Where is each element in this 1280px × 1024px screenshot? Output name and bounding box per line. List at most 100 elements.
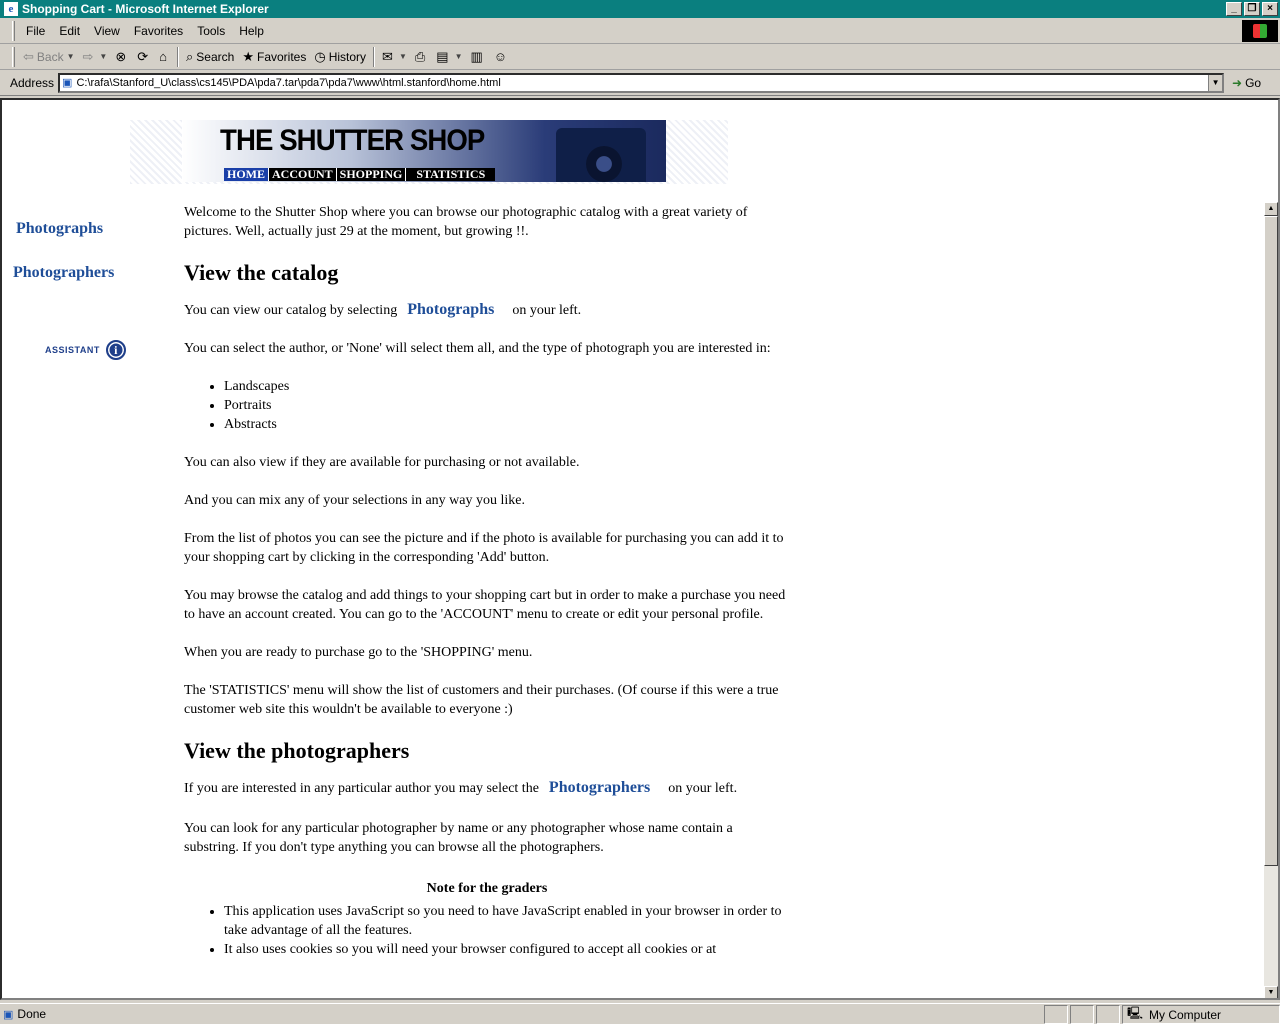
favorites-button[interactable]: ★ Favorites <box>238 46 310 68</box>
restore-button[interactable]: ❐ <box>1244 2 1260 16</box>
menu-view[interactable]: View <box>87 24 127 38</box>
home-icon: ⌂ <box>159 49 168 64</box>
shop-title: THE SHUTTER SHOP <box>220 124 485 157</box>
edit-button[interactable]: ▤ ▼ <box>432 46 466 68</box>
windows-logo-icon <box>1242 20 1278 42</box>
window-controls: _ ❐ × <box>1226 2 1278 16</box>
heading-photographers: View the photographers <box>184 738 410 763</box>
assistant-label: ASSISTANT <box>45 345 100 355</box>
vertical-scrollbar[interactable]: ▲ ▼ <box>1264 202 1278 998</box>
leftnav-photographs[interactable]: Photographs <box>16 220 103 238</box>
edit-dropdown-icon[interactable]: ▼ <box>455 52 463 61</box>
photographers-inline-link[interactable]: Photographers <box>549 779 650 796</box>
list-item: Abstracts <box>224 415 790 434</box>
menu-help[interactable]: Help <box>232 24 271 38</box>
address-dropdown-icon[interactable]: ▼ <box>1208 74 1223 91</box>
photographers-paragraph: If you are interested in any particular … <box>184 779 738 796</box>
go-arrow-icon: ➜ <box>1232 75 1243 90</box>
messenger-button[interactable]: ☺ <box>490 46 514 68</box>
availability-text: You can also view if they are available … <box>184 455 580 470</box>
mail-dropdown-icon[interactable]: ▼ <box>399 52 407 61</box>
status-panel <box>1070 1005 1094 1024</box>
search-icon: ⌕ <box>186 48 194 64</box>
nav-statistics[interactable]: STATISTICS <box>406 168 495 181</box>
window-title: Shopping Cart - Microsoft Internet Explo… <box>22 2 269 16</box>
scroll-down-icon[interactable]: ▼ <box>1264 986 1278 998</box>
forward-button[interactable]: ⇨ ▼ <box>79 46 112 68</box>
page-done-icon: ▣ <box>3 1008 14 1021</box>
scroll-up-icon[interactable]: ▲ <box>1264 202 1278 216</box>
menu-file[interactable]: File <box>19 24 52 38</box>
toolbar-separator <box>373 46 376 67</box>
assistant-link[interactable]: ASSISTANT i <box>45 340 126 360</box>
address-input[interactable]: ▣ C:\rafa\Stanford_U\class\cs145\PDA\pda… <box>58 72 1225 93</box>
nav-account[interactable]: ACCOUNT <box>269 168 337 181</box>
scroll-thumb[interactable] <box>1264 216 1278 866</box>
menu-edit[interactable]: Edit <box>52 24 87 38</box>
zone-text: My Computer <box>1149 1007 1222 1022</box>
account-text: You may browse the catalog and add thing… <box>184 588 786 622</box>
standard-toolbar: ⇦ Back ▼ ⇨ ▼ ⊗ ⟳ ⌂ ⌕ Search ★ Favorites … <box>0 44 1280 70</box>
zone-panel: 🖳 My Computer <box>1122 1005 1280 1024</box>
forward-dropdown-icon[interactable]: ▼ <box>99 52 107 61</box>
main-content: Welcome to the Shutter Shop where you ca… <box>184 203 790 978</box>
toolbar-separator <box>177 46 180 67</box>
menu-tools[interactable]: Tools <box>190 24 232 38</box>
statistics-text: The 'STATISTICS' menu will show the list… <box>184 683 779 717</box>
stop-icon: ⊗ <box>115 48 127 64</box>
menu-favorites[interactable]: Favorites <box>127 24 190 38</box>
refresh-icon: ⟳ <box>137 48 149 64</box>
leftnav-photographers[interactable]: Photographers <box>13 264 114 282</box>
print-icon: ⎙ <box>414 48 426 64</box>
minimize-button[interactable]: _ <box>1226 2 1242 16</box>
shopping-text: When you are ready to purchase go to the… <box>184 645 533 660</box>
home-button[interactable]: ⌂ <box>155 46 174 68</box>
address-url: C:\rafa\Stanford_U\class\cs145\PDA\pda7.… <box>76 76 501 89</box>
info-icon: i <box>105 340 126 360</box>
catalog-paragraph: You can view our catalog by selecting Pho… <box>184 301 582 318</box>
forward-arrow-icon: ⇨ <box>82 48 94 64</box>
stop-button[interactable]: ⊗ <box>111 46 133 68</box>
heading-catalog: View the catalog <box>184 260 339 285</box>
web-page: THE SHUTTER SHOP HOME ACCOUNT SHOPPING S… <box>2 100 1264 998</box>
grader-note-title: Note for the graders <box>426 881 548 896</box>
shop-banner: THE SHUTTER SHOP HOME ACCOUNT SHOPPING S… <box>182 120 666 182</box>
select-author-text: You can select the author, or 'None' wil… <box>184 341 771 356</box>
back-arrow-icon: ⇦ <box>23 48 34 64</box>
mix-text: And you can mix any of your selections i… <box>184 493 525 508</box>
discuss-icon: ▥ <box>470 48 483 64</box>
search-button[interactable]: ⌕ Search <box>182 46 238 68</box>
address-bar: Address ▣ C:\rafa\Stanford_U\class\cs145… <box>0 70 1280 96</box>
favorites-icon: ★ <box>242 48 254 64</box>
computer-icon: 🖳 <box>1127 1006 1144 1020</box>
status-panel <box>1044 1005 1068 1024</box>
nav-home[interactable]: HOME <box>224 168 269 181</box>
photo-types-list: Landscapes Portraits Abstracts <box>224 377 790 434</box>
mail-icon: ✉ <box>382 48 393 64</box>
edit-icon: ▤ <box>436 48 449 64</box>
close-button[interactable]: × <box>1262 2 1278 16</box>
menu-grip <box>12 20 15 41</box>
discuss-button[interactable]: ▥ <box>466 46 489 68</box>
nav-shopping[interactable]: SHOPPING <box>337 168 407 181</box>
history-button[interactable]: ◷ History <box>310 46 370 68</box>
grader-notes-list: This application uses JavaScript so you … <box>224 902 790 959</box>
list-item: Landscapes <box>224 377 790 396</box>
menu-bar: File Edit View Favorites Tools Help <box>0 18 1280 44</box>
status-text: Done <box>17 1007 47 1021</box>
toolbar-grip <box>12 46 15 67</box>
window-title-bar[interactable]: e Shopping Cart - Microsoft Internet Exp… <box>0 0 1280 18</box>
page-icon: ▣ <box>62 77 73 89</box>
ie-logo-icon: e <box>4 2 18 16</box>
back-dropdown-icon[interactable]: ▼ <box>67 52 75 61</box>
status-bar: ▣ Done 🖳 My Computer <box>0 1003 1280 1024</box>
refresh-button[interactable]: ⟳ <box>133 46 155 68</box>
print-button[interactable]: ⎙ <box>411 46 432 68</box>
mail-button[interactable]: ✉ ▼ <box>378 46 411 68</box>
list-item: This application uses JavaScript so you … <box>224 902 790 940</box>
go-button[interactable]: ➜ Go <box>1232 76 1261 90</box>
catalog-photographs-link[interactable]: Photographs <box>407 301 494 318</box>
site-nav: HOME ACCOUNT SHOPPING STATISTICS <box>224 168 496 181</box>
back-button[interactable]: ⇦ Back ▼ <box>19 46 79 68</box>
status-panel <box>1096 1005 1120 1024</box>
